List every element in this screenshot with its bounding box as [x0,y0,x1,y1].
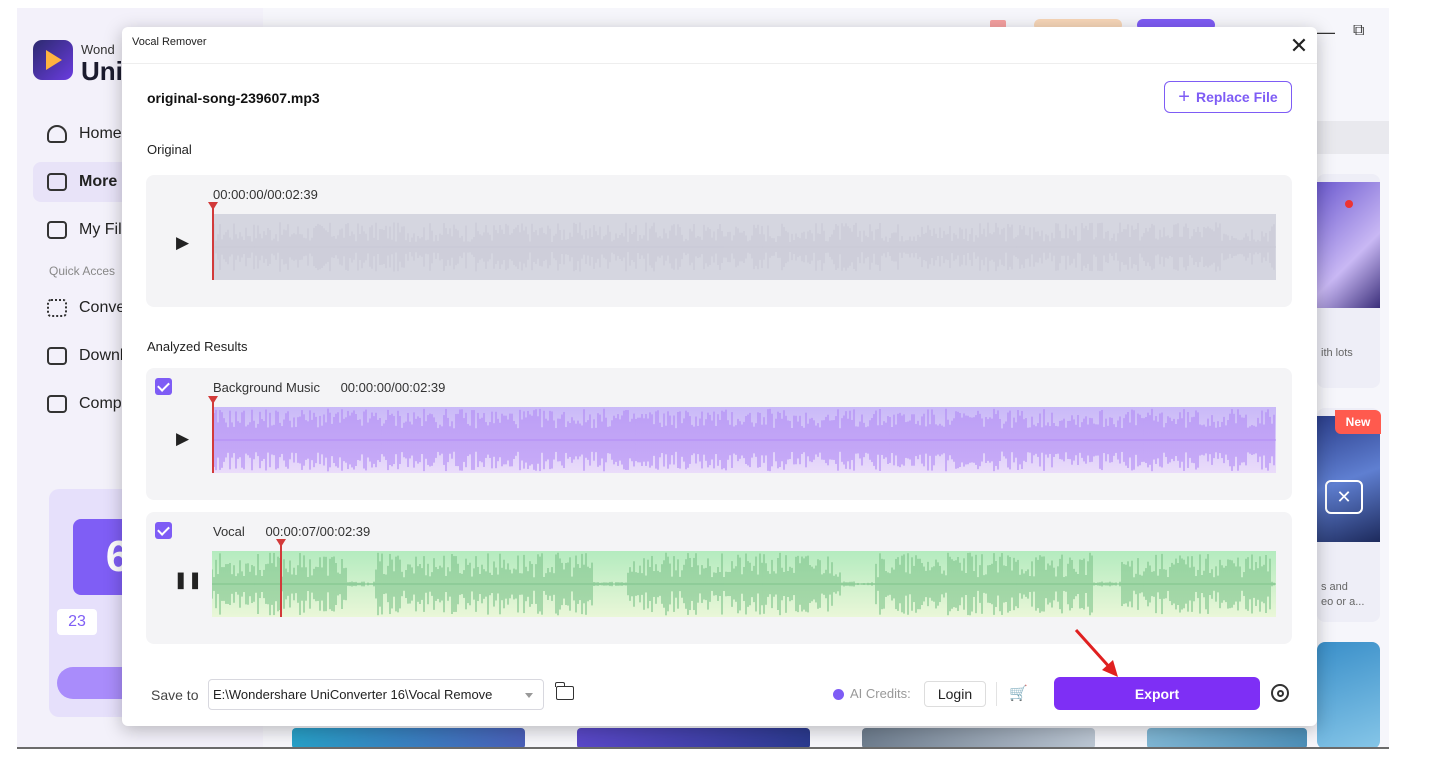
vocal-remover-dialog: Vocal Remover ✕ original-song-239607.mp3… [122,27,1317,726]
ai-credits-label: AI Credits: [850,686,911,701]
track-name: Vocal 00:00:07/00:02:39 [213,524,370,539]
original-track: 00:00:00/00:02:39 ▶ [146,175,1292,307]
save-path-value: E:\Wondershare UniConverter 16\Vocal Rem… [213,687,493,702]
tool-card-desc: s and [1321,581,1348,593]
quick-access-heading: Quick Acces [49,264,116,278]
sidebar-item-label: My Fil [79,221,122,238]
tool-card-desc: ith lots [1321,347,1353,359]
waveform-graphic [212,222,1276,272]
background-music-track: Background Music 00:00:00/00:02:39 ▶ [146,368,1292,500]
waveform-graphic [212,408,1276,472]
play-icon[interactable]: ▶ [176,429,189,449]
tool-card-2[interactable]: ✕ s and eo or a... [1317,408,1380,622]
background-music-checkbox[interactable] [155,378,172,395]
app-logo-icon [33,40,73,80]
sidebar-item-label: More [79,173,118,190]
track-name: Background Music 00:00:00/00:02:39 [213,380,445,395]
search-bar-background [1317,121,1389,154]
restore-icon[interactable]: ⧉ [1353,22,1364,40]
promo-countdown-time: 23 [57,609,97,635]
original-section-label: Original [147,142,192,157]
brand-name-line1: Wond [81,42,115,57]
cart-icon[interactable]: 🛒 [1009,684,1028,702]
file-name: original-song-239607.mp3 [147,90,320,106]
tool-thumbnail[interactable] [292,728,525,747]
save-path-select[interactable]: E:\Wondershare UniConverter 16\Vocal Rem… [208,679,544,710]
analyzed-results-label: Analyzed Results [147,339,248,354]
file-icon [47,221,67,239]
track-time: 00:00:07/00:02:39 [265,524,371,539]
close-icon: ✕ [1325,480,1363,514]
brand-name-line2: Uni [81,56,123,86]
dialog-title: Vocal Remover [132,36,207,48]
waveform-vocal[interactable] [212,551,1276,617]
waveform-background-music[interactable] [212,407,1276,473]
play-icon[interactable]: ▶ [176,233,189,253]
playhead-line [212,402,214,473]
close-icon[interactable]: ✕ [1286,33,1312,59]
new-badge: New [1335,410,1381,434]
playhead-line [280,545,282,617]
tool-thumbnail[interactable] [862,728,1095,747]
tool-card-3[interactable] [1317,642,1380,747]
vocal-track: Vocal 00:00:07/00:02:39 ❚❚ [146,512,1292,644]
download-icon [47,347,67,365]
sidebar-item-label: Comp [79,395,122,412]
toolbox-icon [47,173,67,191]
sidebar-item-label: Home [79,125,122,142]
tool-card-1[interactable]: ith lots [1317,174,1380,388]
waveform-graphic [212,552,1276,616]
minimize-icon[interactable]: — [1317,22,1335,43]
tool-thumbnail[interactable] [577,728,810,747]
ai-credits-icon [833,689,844,700]
home-icon [47,125,67,143]
sidebar-item-label: Conve [79,299,126,316]
pause-icon[interactable]: ❚❚ [174,570,203,590]
export-button[interactable]: Export [1054,677,1260,710]
record-dot-icon [1345,200,1353,208]
sidebar-item-label: Downl [79,347,124,364]
tool-card-desc: eo or a... [1321,596,1365,608]
settings-icon[interactable] [1271,684,1289,702]
chevron-down-icon [525,693,533,698]
divider [996,682,997,706]
replace-file-button[interactable]: + Replace File [1164,81,1292,113]
track-name-label: Vocal [213,524,245,539]
login-button[interactable]: Login [924,681,986,707]
tool-thumbnail[interactable] [1147,728,1307,747]
track-name-label: Background Music [213,380,320,395]
replace-file-label: Replace File [1195,89,1278,105]
track-time: 00:00:00/00:02:39 [340,380,446,395]
save-to-label: Save to [151,687,199,703]
vocal-checkbox[interactable] [155,522,172,539]
divider [122,63,1317,64]
plus-icon: + [1178,86,1190,108]
tool-card-image [1317,416,1380,542]
playhead-line [212,208,214,280]
waveform-original[interactable] [212,214,1276,280]
compress-icon [47,395,67,413]
converter-icon [47,299,67,317]
folder-icon[interactable] [555,682,574,700]
track-time: 00:00:00/00:02:39 [213,187,318,202]
